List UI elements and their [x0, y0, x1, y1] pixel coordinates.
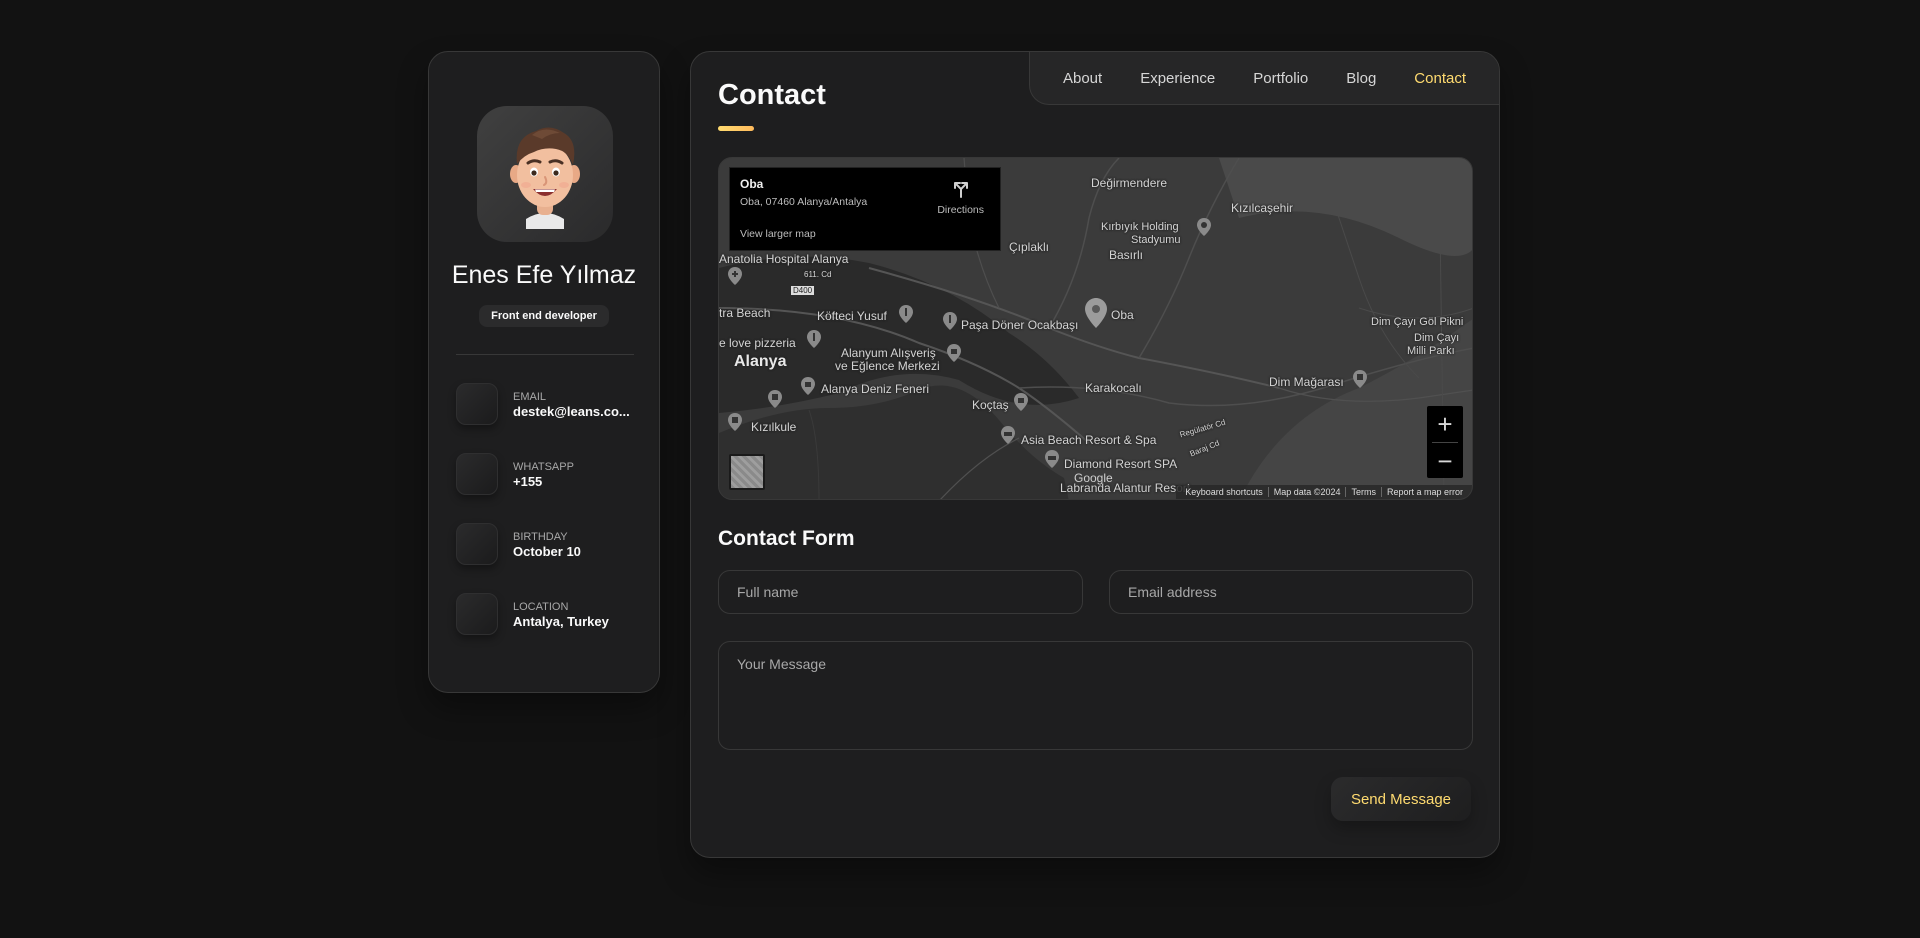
contact-label: Email	[513, 391, 547, 403]
navbar: About Experience Portfolio Blog Contact	[1029, 52, 1499, 105]
shopping-pin-icon[interactable]	[947, 344, 961, 362]
contact-location-value: Antalya, Turkey	[513, 614, 609, 629]
zoom-out-button[interactable]: −	[1427, 443, 1463, 479]
contact-label: WhatsApp	[513, 461, 574, 473]
map-label: tra Beach	[719, 306, 771, 320]
report-map-error-link[interactable]: Report a map error	[1380, 487, 1468, 497]
profile-title-badge: Front end developer	[479, 305, 609, 327]
landmark-pin-icon[interactable]	[728, 413, 742, 431]
hotel-pin-icon[interactable]	[1001, 426, 1015, 444]
nav-link-experience[interactable]: Experience	[1121, 70, 1234, 87]
embedded-map[interactable]: Değirmendere Kızılcaşehir Kırbıyık Holdi…	[718, 157, 1473, 500]
contact-item-birthday: Birthday October 10	[456, 523, 646, 567]
map-label: Dim Mağarası	[1269, 375, 1344, 389]
stadium-pin-icon[interactable]	[1197, 218, 1211, 236]
contact-label: Location	[513, 601, 569, 613]
map-label: Kızılkule	[751, 420, 797, 434]
map-label: Dim Çayı Göl Pikni	[1371, 316, 1464, 328]
main-card: About Experience Portfolio Blog Contact …	[690, 51, 1500, 858]
map-label: Koçtaş	[972, 398, 1009, 412]
restaurant-pin-icon[interactable]	[943, 312, 957, 330]
title-underline	[718, 126, 754, 131]
map-label: Kırbıyık Holding	[1101, 221, 1179, 233]
avatar	[477, 106, 613, 242]
map-label: Paşa Döner Ocakbaşı	[961, 318, 1079, 332]
page-title: Contact	[718, 79, 826, 111]
directions-label: Directions	[937, 204, 984, 216]
landmark-pin-icon[interactable]	[768, 390, 782, 408]
map-data-label: Map data ©2024	[1267, 487, 1346, 497]
map-label: Karakocalı	[1085, 381, 1142, 395]
fullname-input[interactable]	[718, 570, 1083, 614]
shopping-pin-icon[interactable]	[801, 377, 815, 395]
map-label: Oba	[1111, 308, 1134, 322]
map-label: Değirmendere	[1091, 176, 1168, 190]
terms-link[interactable]: Terms	[1345, 487, 1381, 497]
landmark-pin-icon[interactable]	[1353, 370, 1367, 388]
sidebar-separator	[456, 354, 634, 355]
map-label: Dim Çayı	[1414, 332, 1460, 344]
selected-location-pin-icon[interactable]	[1085, 298, 1107, 328]
map-label: Alanya	[734, 353, 787, 370]
calendar-icon	[456, 523, 498, 565]
view-larger-map-link[interactable]: View larger map	[740, 228, 816, 240]
restaurant-pin-icon[interactable]	[899, 305, 913, 323]
nav-link-about[interactable]: About	[1044, 70, 1121, 87]
hospital-pin-icon[interactable]	[728, 267, 742, 285]
map-label: Köfteci Yusuf	[817, 309, 887, 323]
send-message-button[interactable]: Send Message	[1331, 777, 1471, 821]
contact-item-email: Email destek@leans.co...	[456, 383, 646, 427]
keyboard-shortcuts-link[interactable]: Keyboard shortcuts	[1180, 487, 1268, 497]
info-place-name: Oba	[740, 177, 764, 191]
road-shield: D400	[791, 286, 815, 295]
profile-name: Enes Efe Yılmaz	[451, 261, 637, 289]
map-label: Alanyum Alışveriş	[841, 346, 936, 360]
nav-link-portfolio[interactable]: Portfolio	[1234, 70, 1327, 87]
contact-item-whatsapp: WhatsApp +155	[456, 453, 646, 497]
map-label: Kızılcaşehir	[1231, 201, 1294, 215]
map-info-box: Oba Oba, 07460 Alanya/Antalya View large…	[729, 167, 1001, 251]
google-logo: Google	[1074, 471, 1113, 485]
map-zoom-controls: + −	[1427, 406, 1463, 478]
location-icon	[456, 593, 498, 635]
map-label: 611. Cd	[804, 270, 832, 279]
directions-icon	[953, 182, 968, 198]
nav-link-contact[interactable]: Contact	[1395, 70, 1485, 87]
email-input[interactable]	[1109, 570, 1473, 614]
map-label: Alanya Deniz Feneri	[821, 382, 930, 396]
whatsapp-icon	[456, 453, 498, 495]
map-label: Diamond Resort SPA	[1064, 457, 1178, 471]
shopping-pin-icon[interactable]	[1014, 393, 1028, 411]
contact-birthday-value: October 10	[513, 544, 581, 559]
map-label: Basırlı	[1109, 248, 1144, 262]
nav-link-blog[interactable]: Blog	[1327, 70, 1395, 87]
memoji-avatar-icon	[510, 127, 580, 229]
map-label: Çıplaklı	[1009, 240, 1050, 254]
map-label: Milli Parkı	[1407, 345, 1455, 357]
message-textarea[interactable]	[718, 641, 1473, 750]
map-label: Stadyumu	[1131, 234, 1181, 246]
map-footer: Keyboard shortcuts Map data ©2024 Terms …	[1176, 485, 1472, 499]
contact-email-link[interactable]: destek@leans.co...	[513, 404, 635, 419]
contact-item-location: Location Antalya, Turkey	[456, 593, 646, 637]
contact-whatsapp-link[interactable]: +155	[513, 474, 635, 489]
restaurant-pin-icon[interactable]	[807, 330, 821, 348]
hotel-pin-icon[interactable]	[1045, 450, 1059, 468]
contact-label: Birthday	[513, 531, 568, 543]
map-label: ve Eğlence Merkezi	[835, 359, 940, 373]
map-layer-toggle-button[interactable]	[729, 454, 765, 490]
map-label: e love pizzeria	[719, 336, 796, 350]
sidebar-card: Enes Efe Yılmaz Front end developer Emai…	[428, 51, 660, 693]
map-label: Asia Beach Resort & Spa	[1021, 433, 1157, 447]
info-address: Oba, 07460 Alanya/Antalya	[740, 196, 868, 208]
map-label: Anatolia Hospital Alanya	[719, 252, 849, 266]
form-title: Contact Form	[718, 527, 855, 550]
mail-icon	[456, 383, 498, 425]
directions-button[interactable]: Directions	[937, 180, 984, 216]
zoom-in-button[interactable]: +	[1427, 406, 1463, 442]
